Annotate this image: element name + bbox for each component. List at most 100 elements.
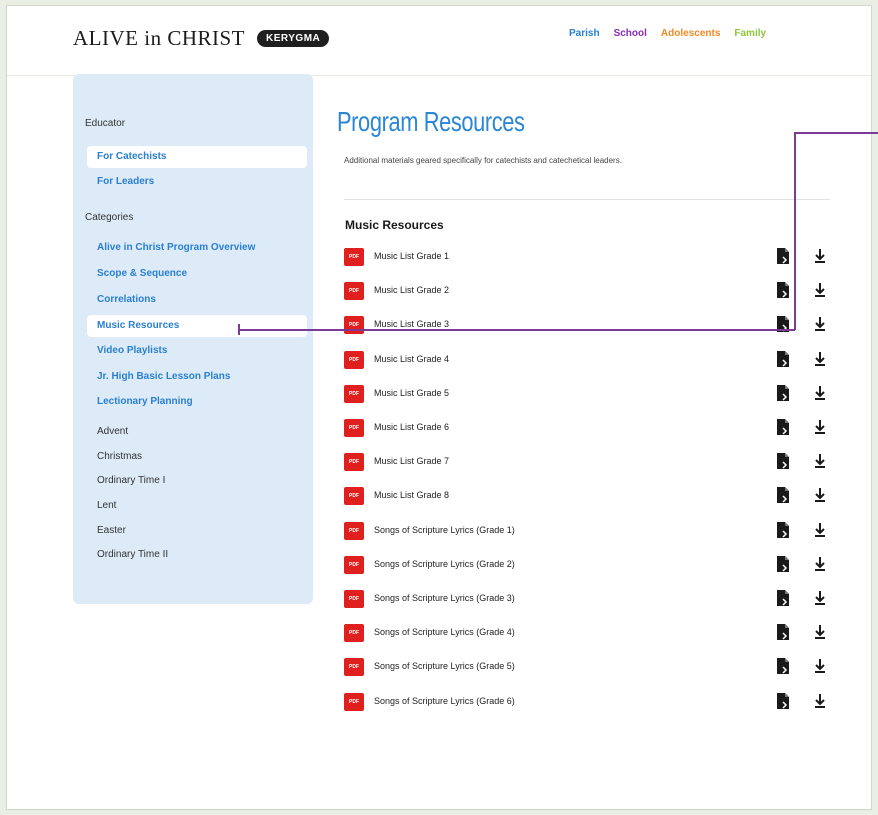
pdf-icon: PDF [344,350,364,369]
sidebar-subitem-easter[interactable]: Easter [97,525,126,536]
download-icon[interactable] [813,556,827,572]
pdf-icon: PDF [344,521,364,540]
file-name[interactable]: Music List Grade 7 [374,456,449,466]
open-file-icon[interactable] [776,453,790,470]
sidebar-item-video-playlists[interactable]: Video Playlists [87,340,307,362]
page-frame: ALIVE in CHRIST KERYGMA Parish School Ad… [6,5,878,810]
download-icon[interactable] [813,385,827,401]
pdf-icon: PDF [344,487,364,506]
download-icon[interactable] [813,282,827,298]
download-icon[interactable] [813,316,827,332]
download-icon[interactable] [813,351,827,367]
pdf-icon: PDF [344,590,364,608]
download-icon[interactable] [813,453,827,469]
sidebar-heading-categories: Categories [85,212,134,223]
sidebar-subitem-advent[interactable]: Advent [97,426,128,437]
nav-family[interactable]: Family [734,28,766,39]
page-subtitle: Additional materials geared specifically… [344,156,622,165]
open-file-icon[interactable] [776,658,790,675]
file-row: PDF Music List Grade 5 [344,383,834,405]
download-icon[interactable] [813,522,827,538]
file-row: PDF Music List Grade 6 [344,417,834,439]
callout-line [794,132,878,134]
file-row: PDF Songs of Scripture Lyrics (Grade 2) [344,554,834,576]
callout-line [238,324,240,335]
file-row: PDF Music List Grade 2 [344,280,834,302]
sidebar-item-program-overview[interactable]: Alive in Christ Program Overview [87,237,307,259]
open-file-icon[interactable] [776,487,790,504]
nav-adolescents[interactable]: Adolescents [661,28,720,39]
sidebar-item-for-catechists[interactable]: For Catechists [87,146,307,168]
file-name[interactable]: Songs of Scripture Lyrics (Grade 1) [374,525,515,535]
file-name[interactable]: Songs of Scripture Lyrics (Grade 6) [374,696,515,706]
download-icon[interactable] [813,487,827,503]
sidebar-item-correlations[interactable]: Correlations [87,289,307,311]
file-row: PDF Songs of Scripture Lyrics (Grade 4) [344,622,834,644]
callout-line [794,132,796,330]
download-icon[interactable] [813,624,827,640]
file-name[interactable]: Music List Grade 4 [374,354,449,364]
logo-text: ALIVE in CHRIST [73,26,245,50]
file-name[interactable]: Songs of Scripture Lyrics (Grade 3) [374,593,515,603]
logo-badge: KERYGMA [257,30,330,47]
pdf-icon: PDF [344,384,364,403]
file-name[interactable]: Songs of Scripture Lyrics (Grade 5) [374,661,515,671]
open-file-icon[interactable] [776,248,790,264]
sidebar-item-for-leaders[interactable]: For Leaders [87,171,307,193]
file-row: PDF Music List Grade 4 [344,349,834,371]
download-icon[interactable] [813,248,827,264]
open-file-icon[interactable] [776,692,790,709]
download-icon[interactable] [813,419,827,435]
sidebar-item-scope-sequence[interactable]: Scope & Sequence [87,263,307,285]
file-name[interactable]: Songs of Scripture Lyrics (Grade 2) [374,559,515,569]
nav-parish[interactable]: Parish [569,28,600,39]
file-name[interactable]: Music List Grade 8 [374,490,449,500]
open-file-icon[interactable] [776,624,790,641]
callout-line [239,329,795,331]
file-name[interactable]: Music List Grade 6 [374,422,449,432]
file-name[interactable]: Music List Grade 2 [374,285,449,295]
file-name[interactable]: Songs of Scripture Lyrics (Grade 4) [374,627,515,637]
site-header: ALIVE in CHRIST KERYGMA Parish School Ad… [7,6,871,76]
top-nav: Parish School Adolescents Family [569,28,766,39]
file-row: PDF Songs of Scripture Lyrics (Grade 3) [344,588,834,610]
open-file-icon[interactable] [776,282,790,299]
nav-school[interactable]: School [614,28,647,39]
main-content: Program Resources [337,106,577,138]
open-file-icon[interactable] [776,419,790,435]
sidebar-heading-educator: Educator [85,118,126,129]
open-file-icon[interactable] [776,555,790,572]
pdf-icon: PDF [344,658,364,677]
download-icon[interactable] [813,693,827,709]
sidebar: Educator For Catechists For Leaders Cate… [73,74,313,604]
sidebar-item-music-resources[interactable]: Music Resources [87,315,307,337]
file-row: PDF Music List Grade 3 [344,314,834,336]
open-file-icon[interactable] [776,590,790,606]
file-name[interactable]: Music List Grade 5 [374,388,449,398]
file-row: PDF Songs of Scripture Lyrics (Grade 6) [344,691,834,713]
open-file-icon[interactable] [776,521,790,538]
sidebar-subitem-christmas[interactable]: Christmas [97,451,142,462]
sidebar-subitem-ordinary-time-2[interactable]: Ordinary Time II [97,549,168,560]
file-row: PDF Music List Grade 8 [344,485,834,507]
pdf-icon: PDF [344,692,364,711]
file-row: PDF Songs of Scripture Lyrics (Grade 5) [344,656,834,678]
file-row: PDF Songs of Scripture Lyrics (Grade 1) [344,520,834,542]
site-logo[interactable]: ALIVE in CHRIST KERYGMA [73,26,330,51]
file-name[interactable]: Music List Grade 1 [374,251,449,261]
pdf-icon: PDF [344,419,364,437]
sidebar-subitem-ordinary-time-1[interactable]: Ordinary Time I [97,475,165,486]
sidebar-item-lectionary-planning[interactable]: Lectionary Planning [87,391,307,413]
download-icon[interactable] [813,590,827,606]
file-name[interactable]: Music List Grade 3 [374,319,449,329]
download-icon[interactable] [813,658,827,674]
pdf-icon: PDF [344,282,364,301]
open-file-icon[interactable] [776,350,790,367]
sidebar-subitem-lent[interactable]: Lent [97,500,116,511]
pdf-icon: PDF [344,453,364,472]
section-title: Music Resources [345,218,444,232]
open-file-icon[interactable] [776,384,790,401]
sidebar-item-jr-high-lesson-plans[interactable]: Jr. High Basic Lesson Plans [87,366,307,388]
pdf-icon: PDF [344,316,364,335]
file-row: PDF Music List Grade 1 [344,246,834,268]
